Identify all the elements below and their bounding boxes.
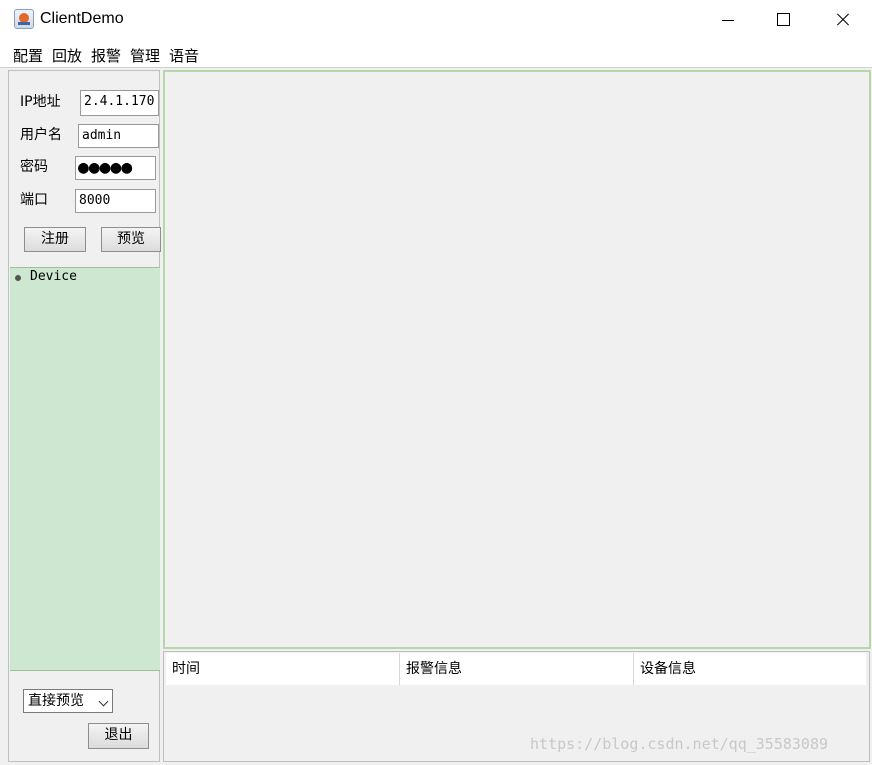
- username-input[interactable]: admin: [78, 124, 159, 148]
- port-label: 端口: [20, 192, 48, 208]
- column-time[interactable]: 时间: [166, 653, 400, 685]
- preview-mode-select[interactable]: 直接预览: [23, 689, 113, 713]
- menu-alarm[interactable]: 报警: [91, 45, 121, 66]
- preview-mode-value: 直接预览: [28, 693, 84, 709]
- menu-manage[interactable]: 管理: [130, 45, 160, 66]
- password-input[interactable]: ●●●●●: [75, 156, 156, 180]
- menu-playback[interactable]: 回放: [52, 45, 82, 66]
- tree-node-icon: [15, 275, 21, 281]
- tree-root-device[interactable]: Device: [30, 269, 77, 284]
- login-panel: IP地址 2.4.1.170 用户名 admin 密码 ●●●●● 端口 800…: [8, 70, 161, 762]
- device-tree[interactable]: Device: [10, 267, 160, 671]
- java-cup-icon: [14, 9, 34, 29]
- watermark-text: https://blog.csdn.net/qq_35583089: [530, 735, 829, 753]
- minimize-button[interactable]: [700, 0, 758, 40]
- ip-address-input[interactable]: 2.4.1.170: [80, 90, 159, 116]
- menu-voice[interactable]: 语音: [169, 45, 199, 66]
- table-header: 时间 报警信息 设备信息: [166, 653, 866, 685]
- maximize-button[interactable]: [756, 0, 814, 40]
- username-label: 用户名: [20, 127, 62, 143]
- chevron-down-icon: [98, 696, 109, 707]
- preview-button[interactable]: 预览: [101, 227, 161, 252]
- register-button[interactable]: 注册: [24, 227, 86, 252]
- menu-config[interactable]: 配置: [13, 45, 43, 66]
- port-input[interactable]: 8000: [75, 189, 156, 213]
- video-preview-area[interactable]: [163, 70, 871, 649]
- menu-bar: 配置 回放 报警 管理 语音: [0, 40, 872, 68]
- ip-label: IP地址: [20, 94, 61, 110]
- window-title: ClientDemo: [40, 10, 124, 27]
- exit-button[interactable]: 退出: [88, 723, 149, 749]
- password-label: 密码: [20, 159, 48, 175]
- column-alarm-info[interactable]: 报警信息: [400, 653, 634, 685]
- title-bar: ClientDemo: [0, 0, 872, 40]
- column-device-info[interactable]: 设备信息: [634, 653, 866, 685]
- close-button[interactable]: [814, 0, 872, 40]
